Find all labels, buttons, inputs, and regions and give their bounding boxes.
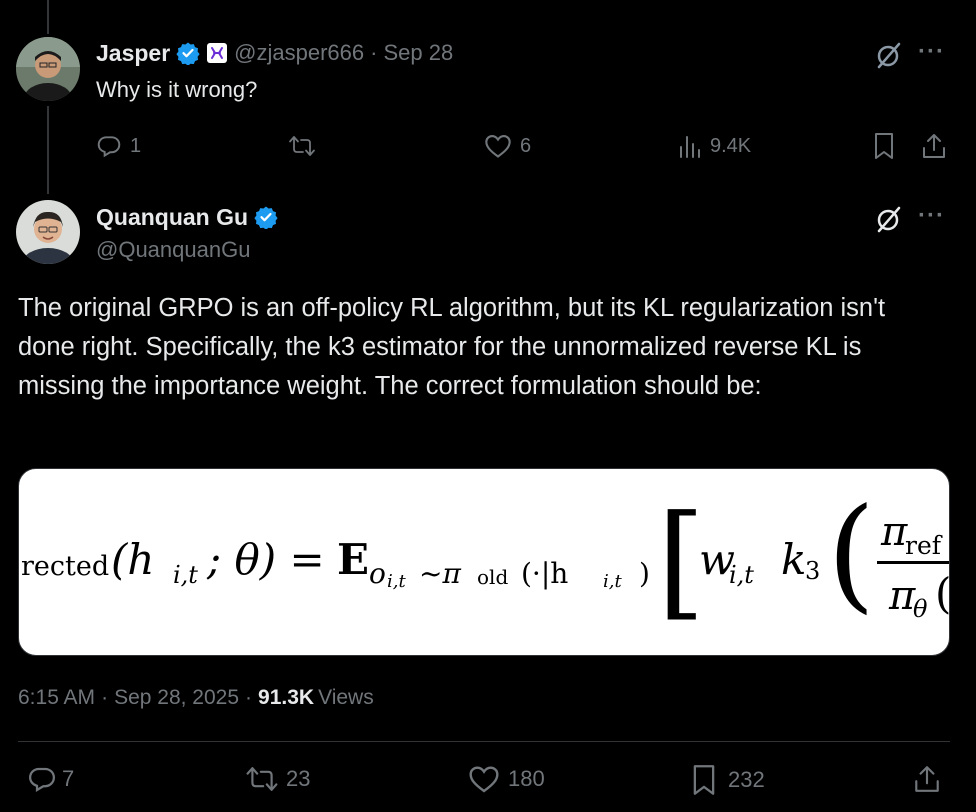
views-icon	[678, 133, 702, 159]
formula-k-sub: 3	[805, 557, 821, 585]
main-tweet-text: The original GRPO is an off-policy RL al…	[18, 294, 886, 400]
avatar-jasper[interactable]	[16, 37, 80, 101]
formula-den: π	[889, 573, 916, 619]
thread-line	[47, 106, 49, 194]
reply-icon	[96, 133, 122, 159]
repost-button[interactable]	[287, 133, 325, 159]
grok-icon[interactable]	[874, 40, 904, 70]
separator-dot: ·	[245, 686, 253, 709]
author-name[interactable]: Quanquan Gu	[96, 204, 248, 231]
formula-w-sub: i,t	[729, 561, 754, 589]
formula-image[interactable]: rected (h i,t ; θ) = E o i,t ~π old (·|h…	[18, 468, 950, 656]
formula-cond-sub: i,t	[603, 571, 622, 592]
like-count: 180	[508, 766, 545, 791]
like-count: 6	[520, 134, 532, 157]
formula-cond-close: )	[639, 557, 650, 590]
repost-button[interactable]: 23	[244, 764, 310, 794]
formula-cond: (·|h	[521, 557, 569, 590]
more-icon[interactable]: ···	[918, 202, 945, 230]
formula-sim-pi: ~π	[419, 557, 461, 590]
reply-tweet-header: Jasper @zjasper666 · Sep 28	[96, 37, 453, 69]
repost-count: 23	[286, 766, 311, 791]
author-handle[interactable]: @zjasper666	[234, 40, 364, 66]
bookmark-count: 232	[728, 767, 765, 792]
like-icon	[484, 133, 512, 159]
repost-icon	[287, 133, 317, 159]
author-name[interactable]: Jasper	[96, 40, 170, 67]
like-icon	[468, 764, 500, 794]
share-icon[interactable]	[920, 132, 948, 160]
tweet-time[interactable]: 6:15 AM	[18, 686, 95, 710]
main-tweet-header: Quanquan Gu	[96, 201, 278, 233]
tweet-date[interactable]: Sep 28	[383, 40, 453, 66]
formula-den-sub: θ	[913, 595, 928, 623]
views-button[interactable]: 9.4K	[678, 133, 751, 159]
like-button[interactable]: 6	[484, 133, 531, 159]
formula-lhs-fragment: rected	[21, 551, 110, 582]
formula-lhs-args: (h	[111, 535, 155, 584]
views-count: 91.3K	[258, 686, 315, 709]
tweet-meta: 6:15 AM · Sep 28, 2025 · 91.3K Views	[18, 686, 374, 710]
formula-den-paren: (	[935, 569, 950, 618]
more-icon[interactable]: ···	[918, 38, 945, 66]
repost-icon	[244, 764, 280, 794]
formula-sub-it: i,t	[173, 561, 198, 589]
formula-num-sub: ref	[905, 531, 941, 560]
verified-badge-icon	[176, 41, 200, 65]
formula-theta-part: ; θ) =	[207, 535, 325, 584]
separator-dot: ·	[370, 40, 378, 65]
reply-tweet-text: Why is it wrong?	[96, 77, 258, 102]
formula-num: π	[881, 509, 908, 555]
formula-expect-sub2: i,t	[387, 571, 406, 592]
avatar-quanquan[interactable]	[16, 200, 80, 264]
thread-line-top	[47, 0, 49, 34]
formula-k: k	[781, 535, 807, 584]
affiliate-badge-icon[interactable]	[206, 42, 228, 64]
separator-dot: ·	[101, 686, 109, 709]
formula-paren: (	[827, 482, 876, 626]
reply-button[interactable]: 1	[96, 133, 141, 159]
reply-count: 7	[62, 766, 75, 791]
share-icon[interactable]	[912, 764, 942, 794]
views-label: Views	[318, 686, 374, 709]
bookmark-icon[interactable]	[872, 132, 896, 160]
bookmark-icon	[690, 764, 718, 796]
reply-count: 1	[130, 134, 142, 157]
tweet-date[interactable]: Sep 28, 2025	[114, 686, 239, 710]
formula-expect-sub: o	[369, 557, 386, 590]
author-handle[interactable]: @QuanquanGu	[96, 237, 250, 263]
views-count: 9.4K	[710, 134, 752, 157]
grok-icon[interactable]	[874, 204, 904, 234]
verified-badge-icon	[254, 205, 278, 229]
bookmark-button[interactable]: 232	[690, 764, 765, 796]
reply-icon	[26, 764, 58, 794]
reply-button[interactable]: 7	[26, 764, 74, 794]
divider	[18, 741, 950, 742]
formula-expectation: E	[337, 535, 370, 584]
like-button[interactable]: 180	[468, 764, 545, 794]
formula-fraction-bar	[877, 561, 949, 564]
formula-old: old	[477, 565, 509, 589]
